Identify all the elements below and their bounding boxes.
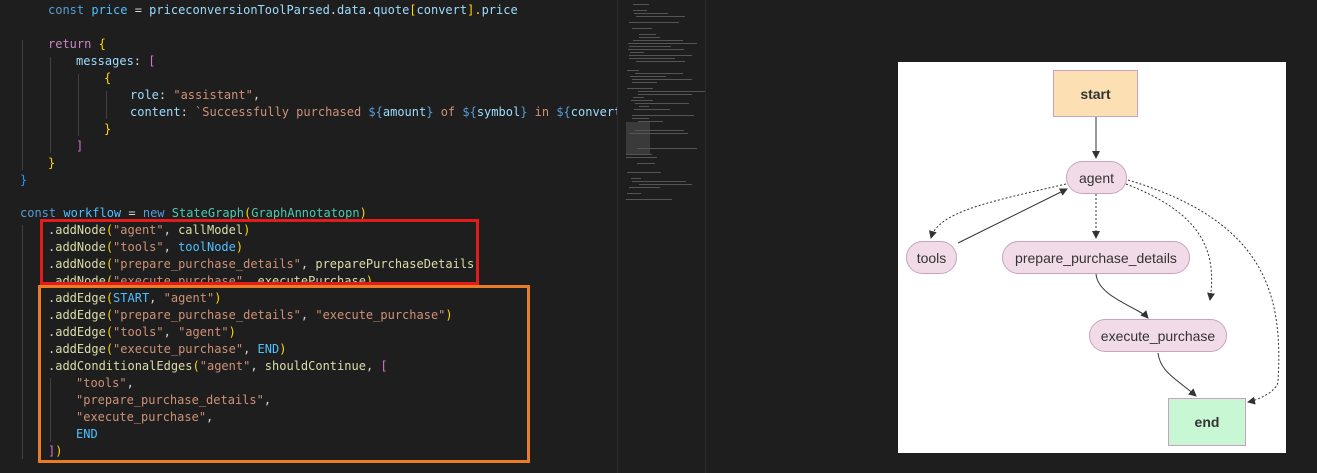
node-end: end (1168, 398, 1246, 446)
minimap-line (637, 148, 697, 149)
minimap-line (633, 4, 649, 5)
edge-agent-end (1127, 179, 1280, 405)
minimap-line (630, 52, 644, 53)
code-line: } (48, 156, 56, 170)
minimap-line (627, 70, 639, 71)
minimap-line (636, 61, 685, 62)
graph-diagram: start agent tools prepare_purchase_detai… (898, 62, 1286, 453)
edge-agent-tools (928, 183, 1067, 239)
minimap-line (633, 40, 683, 41)
node-start: start (1053, 70, 1138, 117)
minimap-line (627, 172, 661, 173)
minimap-line (638, 91, 706, 92)
minimap-line (628, 43, 697, 44)
minimap-line (631, 178, 641, 179)
minimap-line (638, 94, 692, 95)
node-tools: tools (906, 241, 957, 274)
minimap-line (629, 55, 692, 56)
minimap-line (628, 49, 684, 50)
code-line: return { (48, 37, 106, 51)
minimap-line (635, 73, 683, 74)
minimap-line (626, 199, 672, 200)
code-line: const price = priceconversionToolParsed.… (48, 3, 518, 17)
minimap-line (631, 100, 653, 101)
code-line: role: "assistant", (130, 88, 261, 102)
minimap-line (634, 13, 668, 14)
minimap-line (632, 181, 686, 182)
minimap-line (634, 109, 670, 110)
indent-guide (50, 57, 51, 153)
node-prepare-purchase-details: prepare_purchase_details (1002, 241, 1190, 274)
indent-guide (22, 40, 23, 170)
node-execute-purchase: execute_purchase (1089, 319, 1227, 352)
minimap-viewport[interactable] (626, 122, 650, 154)
code-line: content: `Successfully purchased ${amoun… (130, 105, 617, 119)
minimap-line (639, 106, 649, 107)
minimap-line (630, 76, 666, 77)
minimap-line (632, 115, 694, 116)
code-line: ] (76, 139, 84, 153)
minimap-line (627, 193, 641, 194)
minimap-line (638, 121, 663, 122)
indent-guide (106, 91, 107, 119)
minimap-line (635, 130, 684, 131)
minimap-line (633, 10, 647, 11)
code-line: { (104, 71, 112, 85)
code-line: messages: [ (76, 54, 156, 68)
minimap-line (626, 154, 652, 155)
code-line: } (104, 122, 112, 136)
minimap-line (639, 184, 692, 185)
minimap-line (629, 187, 660, 188)
edge-execute-end (1157, 352, 1197, 397)
minimap-line (629, 22, 679, 23)
addnode-highlight-box (40, 219, 479, 285)
edge-tools-agent (957, 188, 1068, 244)
addedge-highlight-box (38, 285, 530, 463)
minimap-line (637, 163, 655, 164)
minimap-line (632, 79, 692, 80)
minimap-line (639, 37, 660, 38)
minimap-line (635, 103, 689, 104)
minimap-line (627, 88, 653, 89)
minimap-line (629, 58, 675, 59)
code-line: } (20, 173, 28, 187)
minimap-line (629, 133, 688, 134)
code-editor[interactable]: const price = priceconversionToolParsed.… (0, 0, 617, 473)
indent-guide (22, 225, 23, 459)
minimap-line (639, 34, 656, 35)
minimap-line (626, 157, 657, 158)
node-agent: agent (1066, 161, 1127, 194)
minimap-line (636, 16, 685, 17)
minimap-line (629, 46, 671, 47)
minimap-line (632, 28, 652, 29)
minimap-line (633, 97, 644, 98)
minimap-line (632, 82, 657, 83)
minimap[interactable] (617, 0, 706, 473)
minimap-line (632, 118, 649, 119)
indent-guide (78, 74, 79, 136)
edge-prepare-execute (1095, 273, 1149, 319)
